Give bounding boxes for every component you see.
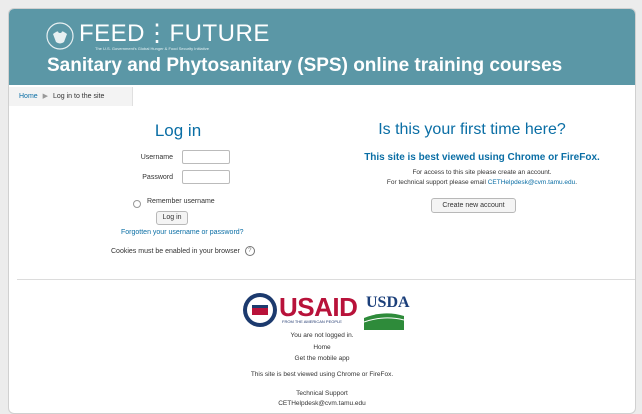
username-label: Username [140, 154, 173, 161]
usda-logo: USDA [366, 294, 410, 311]
forgot-password-link[interactable]: Forgotten your username or password? [121, 229, 244, 236]
feed-the-future-logo: FEED⋮FUTURE [79, 20, 270, 47]
usaid-tagline: FROM THE AMERICAN PEOPLE [282, 319, 342, 324]
us-seal-icon [46, 22, 74, 50]
support-email-link[interactable]: CETHelpdesk@cvm.tamu.edu [488, 179, 576, 186]
breadcrumb-current: Log in to the site [52, 93, 105, 100]
support-info-prefix: For technical support please email [386, 179, 488, 186]
breadcrumb-separator-icon: ▶ [42, 93, 49, 100]
support-info-suffix: . [575, 179, 578, 186]
footer-home-link[interactable]: Home [122, 344, 522, 351]
footer-support-email-link[interactable]: CETHelpdesk@cvm.tamu.edu [122, 400, 522, 407]
help-icon[interactable]: ? [244, 246, 255, 256]
technical-support-label: Technical Support [296, 390, 348, 397]
feed-the-future-tagline: The U.S. Government's Global Hunger & Fo… [95, 46, 209, 51]
username-input[interactable] [182, 150, 230, 164]
breadcrumb: Home ▶ Log in to the site [9, 87, 133, 106]
password-input[interactable] [182, 170, 230, 184]
first-time-heading: Is this your first time here? [378, 121, 566, 138]
remember-username-label: Remember username [147, 198, 215, 205]
cookies-notice: Cookies must be enabled in your browser … [111, 246, 255, 256]
login-button[interactable]: Log in [156, 211, 188, 225]
support-info: For technical support please email CETHe… [357, 179, 607, 186]
remember-username-checkbox[interactable] [133, 200, 141, 208]
breadcrumb-home-link[interactable]: Home [19, 93, 38, 100]
password-label: Password [142, 174, 173, 181]
access-info: For access to this site please create an… [412, 169, 552, 176]
cookies-text: Cookies must be enabled in your browser [111, 247, 240, 255]
login-heading: Log in [154, 121, 202, 140]
mobile-app-link[interactable]: Get the mobile app [122, 355, 522, 362]
usaid-seal-icon [243, 293, 277, 327]
browser-recommendation: This site is best viewed using Chrome or… [364, 152, 600, 163]
site-title[interactable]: Sanitary and Phytosanitary (SPS) online … [47, 55, 562, 77]
footer-browser-recommendation: This site is best viewed using Chrome or… [250, 371, 394, 378]
create-account-button[interactable]: Create new account [431, 198, 516, 213]
page-frame: FEED⋮FUTURE The U.S. Government's Global… [8, 8, 636, 414]
site-banner: FEED⋮FUTURE The U.S. Government's Global… [9, 9, 635, 85]
footer-divider [17, 279, 635, 280]
login-status: You are not logged in. [290, 332, 354, 339]
